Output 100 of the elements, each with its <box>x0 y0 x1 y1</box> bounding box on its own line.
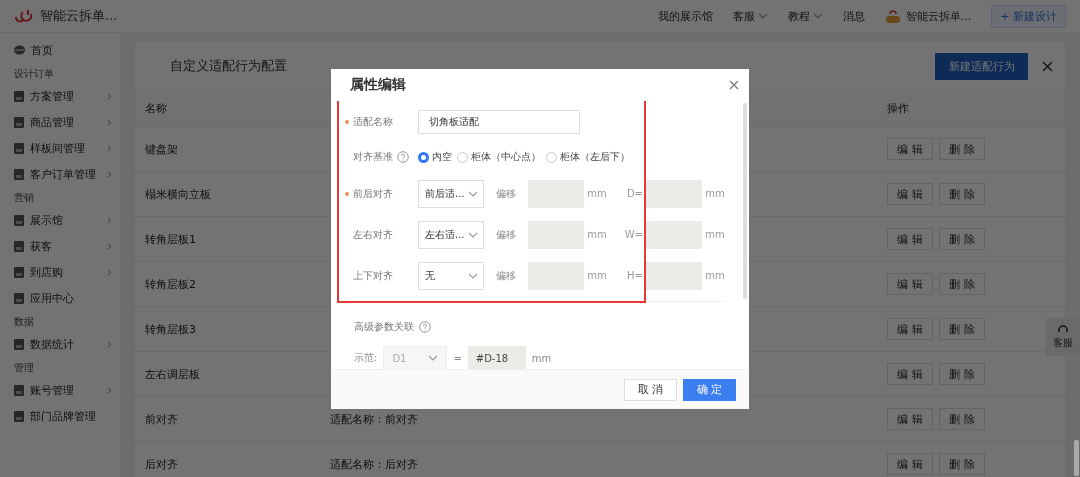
new-rule-button[interactable]: 新建适配行为 <box>935 52 1028 80</box>
field-label: 左右对齐 <box>353 227 393 242</box>
close-icon[interactable] <box>729 80 739 90</box>
sidebar-item[interactable]: 账号管理 <box>0 377 120 403</box>
new-design-button[interactable]: + 新建设计 <box>991 4 1066 28</box>
delete-button[interactable]: 删 除 <box>939 363 985 385</box>
delete-button[interactable]: 删 除 <box>939 228 985 250</box>
sidebar-item[interactable]: 部门品牌管理 <box>0 403 120 429</box>
select-field[interactable]: 无 <box>418 261 484 290</box>
nav-link[interactable]: 教程 <box>787 8 823 24</box>
service-label: 客服 <box>1053 336 1073 350</box>
page-icon <box>14 240 24 252</box>
size-field[interactable] <box>646 261 702 290</box>
edit-button[interactable]: 编 辑 <box>887 273 933 295</box>
field-label: 前后对齐 <box>353 186 393 201</box>
edit-button[interactable]: 编 辑 <box>887 138 933 160</box>
sidebar-label: 数据统计 <box>30 336 74 352</box>
sidebar-label: 部门品牌管理 <box>30 408 96 424</box>
radio-label[interactable]: 柜体（中心点） <box>471 150 541 164</box>
table-cell: 前对齐 <box>145 412 178 426</box>
edit-button[interactable]: 编 辑 <box>887 363 933 385</box>
edit-button[interactable]: 编 辑 <box>887 318 933 340</box>
sidebar-label: 样板间管理 <box>30 140 85 156</box>
column-header: 操作 <box>887 101 909 115</box>
delete-button[interactable]: 删 除 <box>939 273 985 295</box>
value-field[interactable]: #D-18 <box>467 346 526 369</box>
unit-label: mm <box>705 188 725 199</box>
field-label: 上下对齐 <box>353 268 393 283</box>
page-icon <box>14 292 24 304</box>
sidebar-item[interactable]: 客户订单管理 <box>0 161 120 187</box>
account-name[interactable]: 智能云拆单... <box>905 8 972 24</box>
sidebar-label: 获客 <box>30 238 52 254</box>
radio-label[interactable]: 柜体（左后下） <box>560 150 630 164</box>
sidebar-item[interactable]: 首页 <box>0 37 120 63</box>
table-cell: 转角层板3 <box>145 322 196 336</box>
close-icon[interactable] <box>1042 60 1053 72</box>
name-field[interactable]: 切角板适配 <box>418 110 580 134</box>
caret-icon <box>468 190 478 197</box>
radio-label[interactable]: 内空 <box>432 150 452 164</box>
section-label: 设计订单 <box>14 67 54 81</box>
delete-button[interactable]: 删 除 <box>939 318 985 340</box>
unit-label: mm <box>587 229 607 240</box>
sidebar-item[interactable]: 方案管理 <box>0 83 120 109</box>
sidebar-item[interactable]: 获客 <box>0 233 120 259</box>
nav-link[interactable]: 我的展示馆 <box>657 8 713 24</box>
edit-button[interactable]: 编 辑 <box>887 183 933 205</box>
sidebar-item[interactable]: 应用中心 <box>0 285 120 311</box>
section-label: 数据 <box>14 315 34 329</box>
sidebar-label: 方案管理 <box>30 88 74 104</box>
equals-sign: = <box>453 352 462 364</box>
confirm-button[interactable]: 确 定 <box>683 378 736 401</box>
size-field[interactable] <box>646 179 702 208</box>
table-cell: 适配名称：后对齐 <box>330 457 418 471</box>
select-field[interactable]: D1 <box>383 346 448 369</box>
help-icon[interactable] <box>419 321 431 333</box>
sidebar-label: 展示馆 <box>30 212 63 228</box>
sidebar-label: 应用中心 <box>30 290 74 306</box>
sidebar-item[interactable]: 数据统计 <box>0 331 120 357</box>
logo-icon <box>14 9 34 23</box>
caret-icon <box>428 355 439 361</box>
scrollbar[interactable] <box>1074 440 1079 476</box>
delete-button[interactable]: 删 除 <box>939 183 985 205</box>
scrollbar[interactable] <box>743 103 747 299</box>
delete-button[interactable]: 删 除 <box>939 453 985 475</box>
radio-button[interactable] <box>418 151 429 163</box>
size-field[interactable] <box>646 220 702 249</box>
size-label: D= <box>626 188 643 199</box>
page-icon <box>14 90 24 102</box>
size-label: H= <box>627 270 643 281</box>
page-icon <box>14 214 24 226</box>
edit-button[interactable]: 编 辑 <box>887 408 933 430</box>
edit-button[interactable]: 编 辑 <box>887 228 933 250</box>
delete-button[interactable]: 删 除 <box>939 408 985 430</box>
headset-icon <box>1057 324 1069 335</box>
service-button[interactable]: 客服 <box>1046 318 1080 356</box>
sidebar-item[interactable]: 到店购 <box>0 259 120 285</box>
table-cell: 转角层板1 <box>145 232 196 246</box>
page-icon <box>14 116 24 128</box>
edit-button[interactable]: 编 辑 <box>887 453 933 475</box>
offset-label: 偏移 <box>496 187 516 199</box>
field-label: 适配名称 <box>353 115 393 129</box>
section-label: 管理 <box>14 361 34 375</box>
select-field[interactable]: 前后适... <box>418 179 484 208</box>
cancel-button[interactable]: 取 消 <box>624 378 677 401</box>
sidebar-label: 客户订单管理 <box>30 166 96 182</box>
nav-link[interactable]: 客服 <box>732 8 768 24</box>
delete-button[interactable]: 删 除 <box>939 138 985 160</box>
offset-label: 偏移 <box>496 269 516 281</box>
help-icon[interactable] <box>397 151 409 163</box>
sidebar-label: 首页 <box>31 42 53 58</box>
select-field[interactable]: 左右适... <box>418 220 484 249</box>
nav-link[interactable]: 消息 <box>842 8 865 24</box>
table-cell: 后对齐 <box>145 457 178 471</box>
sidebar-item[interactable]: 样板间管理 <box>0 135 120 161</box>
caret-icon <box>468 231 478 238</box>
caret-icon <box>468 272 478 279</box>
page-title: 自定义适配行为配置 <box>170 57 287 75</box>
sidebar-item[interactable]: 商品管理 <box>0 109 120 135</box>
sidebar-label: 到店购 <box>30 264 63 280</box>
sidebar-item[interactable]: 展示馆 <box>0 207 120 233</box>
